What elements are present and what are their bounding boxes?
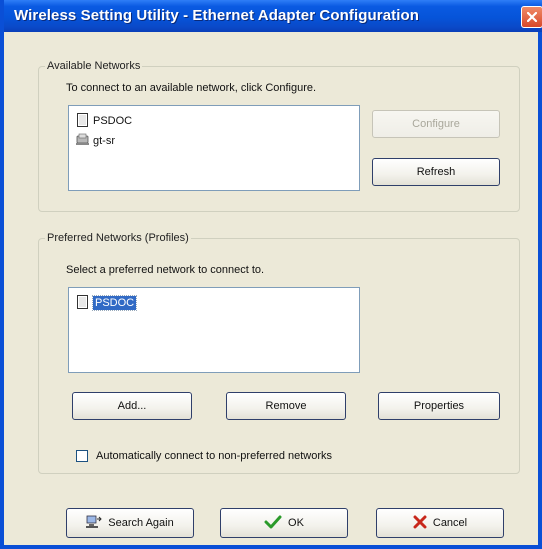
- configure-button-label: Configure: [412, 118, 460, 130]
- list-item-label: gt-sr: [93, 135, 115, 147]
- access-point-icon: [75, 294, 91, 313]
- properties-button-label: Properties: [413, 400, 465, 412]
- close-icon: [527, 12, 537, 22]
- dialog-window: Wireless Setting Utility - Ethernet Adap…: [0, 0, 542, 549]
- properties-button[interactable]: Properties: [378, 392, 500, 420]
- search-again-button-label: Search Again: [108, 517, 174, 529]
- close-button[interactable]: [521, 6, 542, 28]
- preferred-networks-list[interactable]: PSDOC: [68, 287, 360, 373]
- cancel-x-icon: [413, 515, 427, 532]
- window-title: Wireless Setting Utility - Ethernet Adap…: [14, 7, 420, 24]
- cancel-button[interactable]: Cancel: [376, 508, 504, 538]
- cancel-button-label: Cancel: [432, 517, 468, 529]
- preferred-networks-legend: Preferred Networks (Profiles): [47, 232, 189, 244]
- ok-button[interactable]: OK: [220, 508, 348, 538]
- remove-button[interactable]: Remove: [226, 392, 346, 420]
- auto-connect-checkbox[interactable]: [76, 450, 88, 462]
- remove-button-label: Remove: [265, 400, 307, 412]
- search-again-button[interactable]: Search Again: [66, 508, 194, 538]
- list-item[interactable]: PSDOC: [75, 294, 138, 313]
- list-item-label: PSDOC: [93, 115, 133, 127]
- configure-button[interactable]: Configure: [372, 110, 500, 138]
- preferred-networks-instruction: Select a preferred network to connect to…: [66, 264, 265, 276]
- ad-hoc-network-icon: [75, 132, 91, 151]
- auto-connect-label: Automatically connect to non-preferred n…: [96, 450, 333, 462]
- refresh-button[interactable]: Refresh: [372, 158, 500, 186]
- list-item[interactable]: gt-sr: [75, 132, 115, 150]
- add-button-label: Add...: [117, 400, 147, 412]
- available-networks-instruction: To connect to an available network, clic…: [66, 82, 317, 94]
- add-button[interactable]: Add...: [72, 392, 192, 420]
- access-point-icon: [75, 112, 91, 131]
- list-item[interactable]: PSDOC: [75, 112, 132, 130]
- title-bar[interactable]: Wireless Setting Utility - Ethernet Adap…: [4, 0, 542, 32]
- checkmark-icon: [264, 515, 282, 532]
- list-item-label: PSDOC: [91, 295, 138, 311]
- available-networks-legend: Available Networks: [47, 60, 141, 72]
- ok-button-label: OK: [288, 517, 304, 529]
- refresh-button-label: Refresh: [416, 166, 456, 178]
- auto-connect-row[interactable]: Automatically connect to non-preferred n…: [76, 450, 332, 462]
- search-again-icon: [86, 515, 102, 532]
- available-networks-list[interactable]: PSDOC gt-sr: [68, 105, 360, 191]
